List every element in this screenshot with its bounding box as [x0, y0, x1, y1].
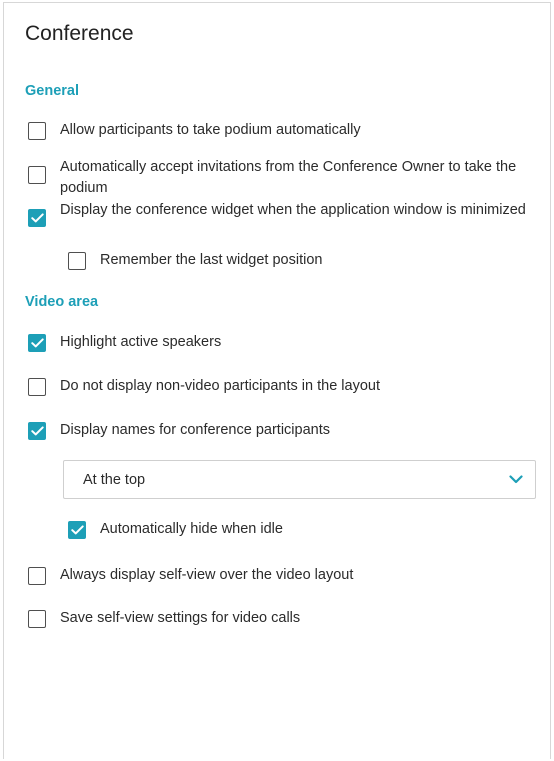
display-names-label: Display names for conference participant… [60, 422, 330, 438]
save-self-view-option[interactable]: Save self-view settings for video calls [28, 610, 533, 629]
remember-widget-position-checkbox[interactable] [68, 252, 86, 270]
allow-podium-label: Allow participants to take podium automa… [60, 122, 361, 138]
highlight-speakers-option[interactable]: Highlight active speakers [28, 334, 533, 353]
display-widget-checkbox[interactable] [28, 209, 46, 227]
hide-non-video-label: Do not display non-video participants in… [60, 378, 380, 394]
display-widget-option[interactable]: Display the conference widget when the a… [28, 202, 533, 227]
highlight-speakers-checkbox[interactable] [28, 334, 46, 352]
save-self-view-label: Save self-view settings for video calls [60, 610, 301, 626]
highlight-speakers-label: Highlight active speakers [60, 334, 222, 350]
auto-hide-idle-option[interactable]: Automatically hide when idle [68, 521, 528, 540]
auto-hide-idle-checkbox[interactable] [68, 521, 86, 539]
checkmark-icon [70, 525, 84, 535]
hide-non-video-checkbox[interactable] [28, 378, 46, 396]
chevron-down-icon [509, 471, 523, 489]
hide-non-video-option[interactable]: Do not display non-video participants in… [28, 378, 533, 397]
display-names-checkbox[interactable] [28, 422, 46, 440]
section-video-area-heading: Video area [25, 294, 99, 310]
page-title: Conference [25, 22, 134, 45]
remember-widget-position-option[interactable]: Remember the last widget position [68, 252, 528, 271]
names-position-select[interactable]: At the top [63, 460, 536, 499]
checkmark-icon [30, 338, 44, 348]
checkmark-icon [30, 213, 44, 223]
allow-podium-checkbox[interactable] [28, 122, 46, 140]
auto-hide-idle-label: Automatically hide when idle [100, 521, 283, 537]
display-widget-label: Display the conference widget when the a… [60, 202, 526, 218]
allow-podium-option[interactable]: Allow participants to take podium automa… [28, 122, 533, 141]
always-self-view-label: Always display self-view over the video … [60, 567, 354, 583]
always-self-view-checkbox[interactable] [28, 567, 46, 585]
save-self-view-checkbox[interactable] [28, 610, 46, 628]
conference-settings-panel: Conference General Allow participants to… [3, 2, 551, 759]
remember-widget-position-label: Remember the last widget position [100, 252, 323, 268]
accept-invitations-checkbox[interactable] [28, 166, 46, 184]
accept-invitations-option[interactable]: Automatically accept invitations from th… [28, 159, 533, 199]
always-self-view-option[interactable]: Always display self-view over the video … [28, 567, 533, 586]
section-general-heading: General [25, 83, 79, 99]
accept-invitations-label: Automatically accept invitations from th… [60, 159, 517, 196]
display-names-option[interactable]: Display names for conference participant… [28, 422, 533, 441]
checkmark-icon [30, 426, 44, 436]
names-position-value: At the top [83, 471, 146, 488]
